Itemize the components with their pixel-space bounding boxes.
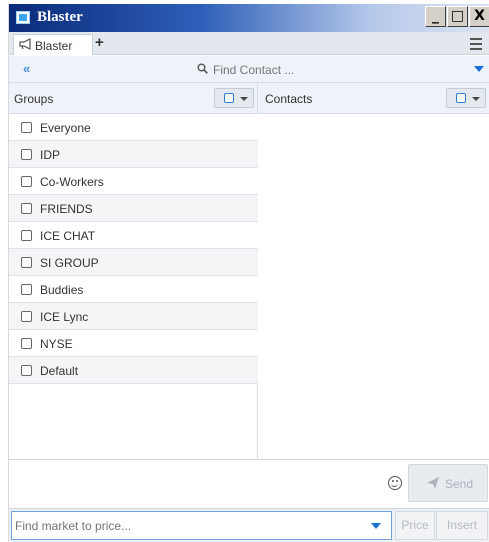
send-button[interactable]: Send xyxy=(408,464,488,502)
checkbox[interactable] xyxy=(21,311,32,322)
groups-panel: Groups Everyone IDP Co-Workers FRIENDS I… xyxy=(9,83,258,459)
group-label: FRIENDS xyxy=(40,202,93,216)
group-label: Co-Workers xyxy=(40,175,104,189)
market-search-box[interactable] xyxy=(11,511,392,540)
group-item-everyone[interactable]: Everyone xyxy=(9,114,258,141)
group-list: Everyone IDP Co-Workers FRIENDS ICE CHAT… xyxy=(9,114,258,384)
tab-bar: Blaster + xyxy=(9,32,489,55)
chevron-down-icon[interactable] xyxy=(474,66,484,72)
title-bar[interactable]: Blaster _ □ X xyxy=(9,4,489,32)
find-contact-input[interactable] xyxy=(213,60,433,79)
checkbox[interactable] xyxy=(21,149,32,160)
message-compose-area[interactable]: Send xyxy=(9,459,489,506)
tab-blaster[interactable]: Blaster xyxy=(13,34,93,55)
checkbox[interactable] xyxy=(21,284,32,295)
checkbox[interactable] xyxy=(21,338,32,349)
group-item-idp[interactable]: IDP xyxy=(9,141,258,168)
group-label: SI GROUP xyxy=(40,256,99,270)
contacts-header: Contacts xyxy=(258,83,489,114)
tab-label: Blaster xyxy=(35,39,73,53)
price-button[interactable]: Price xyxy=(395,511,435,540)
group-item-ice-chat[interactable]: ICE CHAT xyxy=(9,222,258,249)
checkbox[interactable] xyxy=(21,176,32,187)
hamburger-menu-icon[interactable] xyxy=(470,38,482,53)
groups-select-all-button[interactable] xyxy=(214,88,254,108)
checkbox[interactable] xyxy=(21,122,32,133)
caret-down-icon xyxy=(240,97,248,101)
group-item-friends[interactable]: FRIENDS xyxy=(9,195,258,222)
paper-plane-icon xyxy=(427,477,439,489)
contact-search-bar: « xyxy=(9,56,489,83)
collapse-panel-button[interactable]: « xyxy=(23,61,30,76)
groups-header: Groups xyxy=(9,83,257,114)
checkbox[interactable] xyxy=(21,203,32,214)
smiley-icon[interactable] xyxy=(388,476,402,490)
checkbox[interactable] xyxy=(21,257,32,268)
maximize-button[interactable]: □ xyxy=(447,6,468,27)
group-label: ICE Lync xyxy=(40,310,89,324)
group-item-nyse[interactable]: NYSE xyxy=(9,330,258,357)
group-item-si-group[interactable]: SI GROUP xyxy=(9,249,258,276)
market-price-bar: Price Insert xyxy=(9,508,489,542)
chevron-down-icon[interactable] xyxy=(371,523,381,529)
contacts-panel: Contacts xyxy=(258,83,489,459)
groups-title: Groups xyxy=(14,92,54,106)
insert-button[interactable]: Insert xyxy=(436,511,488,540)
search-icon xyxy=(197,63,208,74)
checkbox-icon xyxy=(224,93,234,103)
group-item-buddies[interactable]: Buddies xyxy=(9,276,258,303)
find-market-input[interactable] xyxy=(15,517,345,535)
minimize-button[interactable]: _ xyxy=(425,6,446,27)
send-label: Send xyxy=(445,477,474,491)
group-item-co-workers[interactable]: Co-Workers xyxy=(9,168,258,195)
window-controls: _ □ X xyxy=(425,6,489,27)
close-button[interactable]: X xyxy=(469,6,489,27)
group-label: Default xyxy=(40,364,79,378)
group-label: IDP xyxy=(40,148,61,162)
group-label: Everyone xyxy=(40,121,91,135)
group-item-default[interactable]: Default xyxy=(9,357,258,384)
window-title: Blaster xyxy=(37,9,83,25)
add-tab-button[interactable]: + xyxy=(95,35,104,50)
caret-down-icon xyxy=(472,97,480,101)
group-label: ICE CHAT xyxy=(40,229,96,243)
group-label: NYSE xyxy=(40,337,73,351)
checkbox-icon xyxy=(456,93,466,103)
checkbox[interactable] xyxy=(21,365,32,376)
checkbox[interactable] xyxy=(21,230,32,241)
contacts-title: Contacts xyxy=(265,92,313,106)
contacts-select-all-button[interactable] xyxy=(446,88,486,108)
group-item-ice-lync[interactable]: ICE Lync xyxy=(9,303,258,330)
app-icon xyxy=(16,11,30,24)
megaphone-icon xyxy=(19,38,32,53)
blaster-window: Blaster _ □ X Blaster + « Find Contact .… xyxy=(8,4,489,542)
group-label: Buddies xyxy=(40,283,84,297)
